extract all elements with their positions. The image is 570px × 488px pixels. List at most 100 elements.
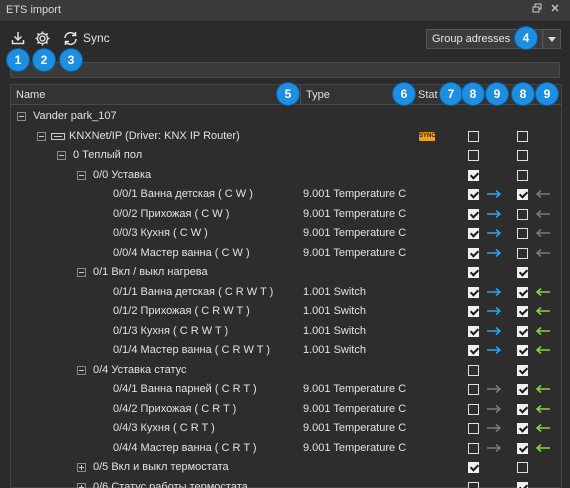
direction-checkbox-1[interactable] [468, 228, 479, 239]
row-type: 9.001 Temperature C [303, 188, 407, 200]
direction-checkbox-1[interactable] [468, 150, 479, 161]
tree-row[interactable]: KNXNet/IP (Driver: KNX IP Router) SYNC [11, 127, 561, 147]
network-interface-icon [51, 132, 65, 140]
collapse-icon[interactable] [77, 365, 86, 375]
direction-checkbox-2[interactable] [517, 442, 528, 454]
direction-checkbox-1[interactable] [468, 306, 479, 317]
filter-input[interactable] [10, 62, 560, 78]
direction-checkbox-1[interactable] [468, 423, 479, 434]
column-header-status[interactable]: Stat [413, 85, 443, 105]
tree-row[interactable]: 0/4/3 Кухня ( C R T ) 9.001 Temperature C [11, 419, 561, 439]
tree-row[interactable]: 0/0 Уставка [11, 166, 561, 186]
direction-checkbox-2[interactable] [517, 228, 528, 239]
annotation-badge-2: 2 [33, 49, 55, 71]
settings-button[interactable] [34, 28, 51, 48]
annotation-badge-3: 3 [60, 49, 82, 71]
annotation-badge-8b: 8 [512, 83, 534, 105]
collapse-icon[interactable] [77, 268, 86, 277]
restore-window-icon[interactable] [531, 3, 543, 15]
row-name: 0/1/1 Ванна детская ( C R W T ) [113, 285, 274, 298]
direction-checkbox-2[interactable] [517, 189, 528, 200]
direction-checkbox-1[interactable] [468, 169, 479, 181]
dropdown-arrow-button[interactable] [543, 29, 561, 49]
tree-row[interactable]: 0/6 Статус работы термостата [11, 478, 561, 488]
direction-checkbox-2[interactable] [517, 306, 528, 317]
direction-checkbox-1[interactable] [468, 364, 479, 376]
tree-row[interactable]: 0/4/2 Прихожая ( C R T ) 9.001 Temperatur… [11, 400, 561, 420]
direction-checkbox-1[interactable] [468, 208, 479, 220]
sync-button[interactable]: Sync [62, 28, 110, 48]
direction-checkbox-2[interactable] [517, 286, 528, 298]
direction-checkbox-2[interactable] [517, 403, 528, 415]
tree-row[interactable]: 0/1/2 Прихожая ( C R W T ) 1.001 Switch [11, 302, 561, 322]
direction-checkbox-1[interactable] [468, 345, 479, 356]
direction-checkbox-2[interactable] [517, 247, 528, 259]
expand-icon[interactable] [77, 463, 86, 472]
direction-checkbox-1[interactable] [468, 130, 479, 142]
group-address-tree: Name Type Stat Vander park_107 KNXNet/IP … [10, 84, 562, 488]
row-name: 0/4/2 Прихожая ( C R T ) [113, 402, 237, 415]
tree-row[interactable]: Vander park_107 [11, 107, 561, 127]
collapse-icon[interactable] [17, 112, 26, 121]
direction-checkbox-2[interactable] [517, 481, 528, 488]
direction-checkbox-1[interactable] [468, 189, 479, 200]
tree-row[interactable]: 0/4 Уставка статус [11, 361, 561, 381]
row-name: 0/0/4 Мастер ванна ( C W ) [113, 246, 250, 259]
direction-arrow-2 [534, 226, 552, 240]
tree-row[interactable]: 0/4/1 Ванна парней ( C R T ) 9.001 Temper… [11, 380, 561, 400]
annotation-badge-1: 1 [7, 49, 29, 71]
tree-row[interactable]: 0 Теплый пол [11, 146, 561, 166]
row-name: 0/0 Уставка [93, 168, 152, 181]
direction-arrow-1 [485, 343, 503, 357]
collapse-icon[interactable] [37, 131, 46, 141]
direction-arrow-2 [534, 402, 552, 416]
direction-checkbox-1[interactable] [468, 442, 479, 454]
direction-checkbox-2[interactable] [517, 384, 528, 395]
tree-row[interactable]: 0/5 Вкл и выкл термостата [11, 458, 561, 478]
direction-checkbox-2[interactable] [517, 364, 528, 376]
direction-checkbox-1[interactable] [468, 462, 479, 473]
tree-row[interactable]: 0/0/1 Ванна детская ( C W ) 9.001 Tempera… [11, 185, 561, 205]
direction-checkbox-1[interactable] [468, 286, 479, 298]
row-name: 0/0/1 Ванна детская ( C W ) [113, 188, 253, 200]
collapse-icon[interactable] [57, 151, 66, 160]
import-button[interactable] [10, 28, 26, 48]
direction-checkbox-1[interactable] [468, 267, 479, 278]
direction-checkbox-1[interactable] [468, 403, 479, 415]
direction-checkbox-2[interactable] [517, 208, 528, 220]
direction-checkbox-2[interactable] [517, 267, 528, 278]
collapse-icon[interactable] [77, 170, 86, 180]
tree-row[interactable]: 0/0/4 Мастер ванна ( C W ) 9.001 Temperat… [11, 244, 561, 264]
close-icon[interactable] [549, 3, 561, 15]
direction-checkbox-1[interactable] [468, 481, 479, 488]
row-name: 0/6 Статус работы термостата [93, 480, 248, 488]
direction-arrow-2 [534, 324, 552, 338]
tree-row[interactable]: 0/0/2 Прихожая ( C W ) 9.001 Temperature … [11, 205, 561, 225]
tree-row[interactable]: 0/1/4 Мастер ванна ( C R W T ) 1.001 Swit… [11, 341, 561, 361]
direction-checkbox-2[interactable] [517, 325, 528, 337]
column-header-name[interactable]: Name [11, 85, 301, 105]
direction-checkbox-2[interactable] [517, 150, 528, 161]
direction-checkbox-2[interactable] [517, 130, 528, 142]
gear-icon [35, 31, 50, 45]
tree-row[interactable]: 0/1/1 Ванна детская ( C R W T ) 1.001 Swi… [11, 283, 561, 303]
tree-row[interactable]: 0/1/3 Кухня ( C R W T ) 1.001 Switch [11, 322, 561, 342]
direction-arrow-1 [485, 421, 503, 435]
download-icon [11, 32, 25, 45]
row-type: 9.001 Temperature C [303, 227, 407, 239]
row-type: 9.001 Temperature C [303, 383, 407, 395]
direction-checkbox-2[interactable] [517, 423, 528, 434]
direction-checkbox-1[interactable] [468, 247, 479, 259]
expand-icon[interactable] [77, 482, 86, 488]
direction-arrow-2 [534, 285, 552, 299]
direction-checkbox-2[interactable] [517, 169, 528, 181]
tree-row[interactable]: 0/4/4 Мастер ванна ( C R T ) 9.001 Temper… [11, 439, 561, 459]
direction-checkbox-2[interactable] [517, 345, 528, 356]
direction-checkbox-1[interactable] [468, 384, 479, 395]
direction-checkbox-1[interactable] [468, 325, 479, 337]
row-type: 1.001 Switch [303, 305, 366, 317]
tree-row[interactable]: 0/0/3 Кухня ( C W ) 9.001 Temperature C [11, 224, 561, 244]
annotation-badge-5: 5 [277, 83, 299, 105]
direction-checkbox-2[interactable] [517, 462, 528, 473]
tree-row[interactable]: 0/1 Вкл / выкл нагрева [11, 263, 561, 283]
